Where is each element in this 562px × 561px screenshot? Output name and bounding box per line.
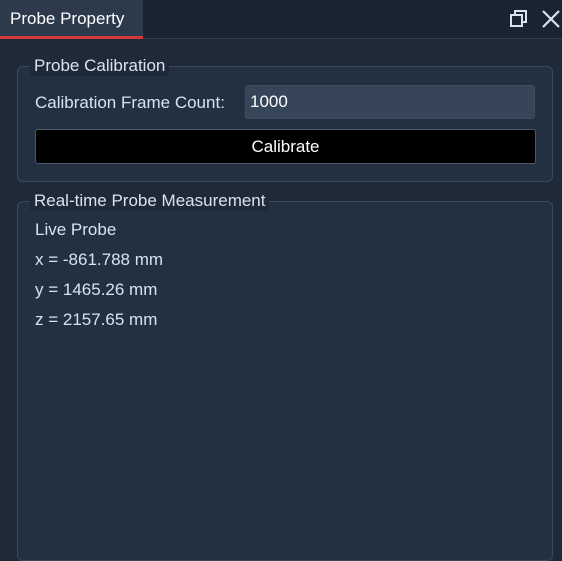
panel-titlebar: Probe Property bbox=[0, 0, 562, 39]
probe-x-value: x = -861.788 mm bbox=[35, 250, 164, 269]
close-icon[interactable] bbox=[540, 8, 562, 30]
live-probe-label: Live Probe bbox=[35, 220, 117, 239]
float-window-icon[interactable] bbox=[508, 8, 530, 30]
calibration-frame-count-label: Calibration Frame Count: bbox=[35, 93, 225, 112]
probe-measurement-group: Real-time Probe Measurement Live Probe x… bbox=[17, 191, 553, 561]
probe-measurement-title: Real-time Probe Measurement bbox=[30, 191, 270, 211]
tab-probe-property[interactable]: Probe Property bbox=[0, 0, 143, 39]
probe-y-value: y = 1465.26 mm bbox=[35, 280, 158, 299]
calibrate-button[interactable]: Calibrate bbox=[35, 129, 536, 164]
probe-calibration-group: Probe Calibration Calibration Frame Coun… bbox=[17, 56, 553, 182]
calibration-frame-count-input[interactable]: 1000 bbox=[245, 85, 535, 119]
probe-z-value: z = 2157.65 mm bbox=[35, 310, 158, 329]
probe-calibration-title: Probe Calibration bbox=[30, 56, 170, 76]
